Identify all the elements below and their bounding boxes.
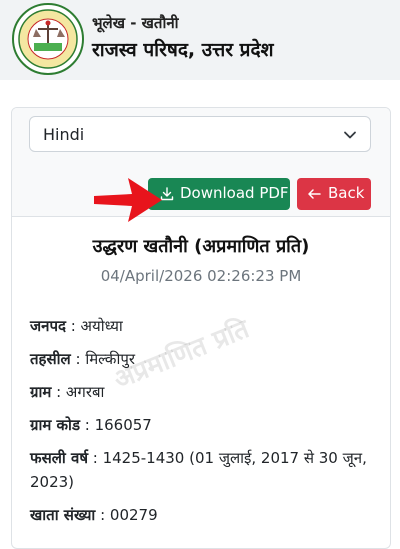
field-value: मिल्कीपुर <box>85 350 135 368</box>
field-tehsil: तहसील : मिल्कीपुर <box>30 350 135 368</box>
field-label: जनपद <box>30 317 66 335</box>
header-title: राजस्व परिषद, उत्तर प्रदेश <box>92 39 274 61</box>
revenue-board-logo <box>12 3 84 75</box>
field-khata-number: खाता संख्या : 00279 <box>30 506 158 524</box>
field-label: फसली वर्ष <box>30 449 88 467</box>
field-fasli-year: फसली वर्ष : 1425-1430 (01 जुलाई, 2017 से… <box>30 449 367 491</box>
field-value: अयोध्या <box>80 317 123 335</box>
field-value: 166057 <box>94 416 152 434</box>
header-subtitle: भूलेख - खतौनी <box>92 14 179 32</box>
red-pointer-arrow-icon <box>94 178 162 222</box>
field-value: अगरबा <box>65 383 105 401</box>
field-district: जनपद : अयोध्या <box>30 317 123 335</box>
khatauni-card: Hindi Download PDF Back उद्धरण खतौनी (अप… <box>11 107 391 549</box>
card-toolbar: Hindi Download PDF Back <box>12 108 390 217</box>
field-label: खाता संख्या <box>30 506 96 524</box>
field-label: ग्राम कोड <box>30 416 80 434</box>
field-value: 00279 <box>109 506 158 524</box>
language-select[interactable]: Hindi <box>29 116 371 152</box>
site-header: भूलेख - खतौनी राजस्व परिषद, उत्तर प्रदेश <box>0 0 400 80</box>
document-date: 04/April/2026 02:26:23 PM <box>100 267 302 285</box>
language-select-value: Hindi <box>43 125 85 144</box>
download-pdf-label: Download PDF <box>180 184 289 202</box>
document-title: उद्धरण खतौनी (अप्रमाणित प्रति) <box>92 236 310 257</box>
field-label: तहसील <box>30 350 71 368</box>
field-village: ग्राम : अगरबा <box>30 383 105 401</box>
field-label: ग्राम <box>30 383 52 401</box>
back-button[interactable]: Back <box>297 178 371 210</box>
arrow-left-icon <box>308 189 321 199</box>
chevron-down-icon <box>344 131 356 139</box>
download-pdf-button[interactable]: Download PDF <box>148 178 290 210</box>
field-village-code: ग्राम कोड : 166057 <box>30 416 152 434</box>
back-label: Back <box>328 184 365 202</box>
